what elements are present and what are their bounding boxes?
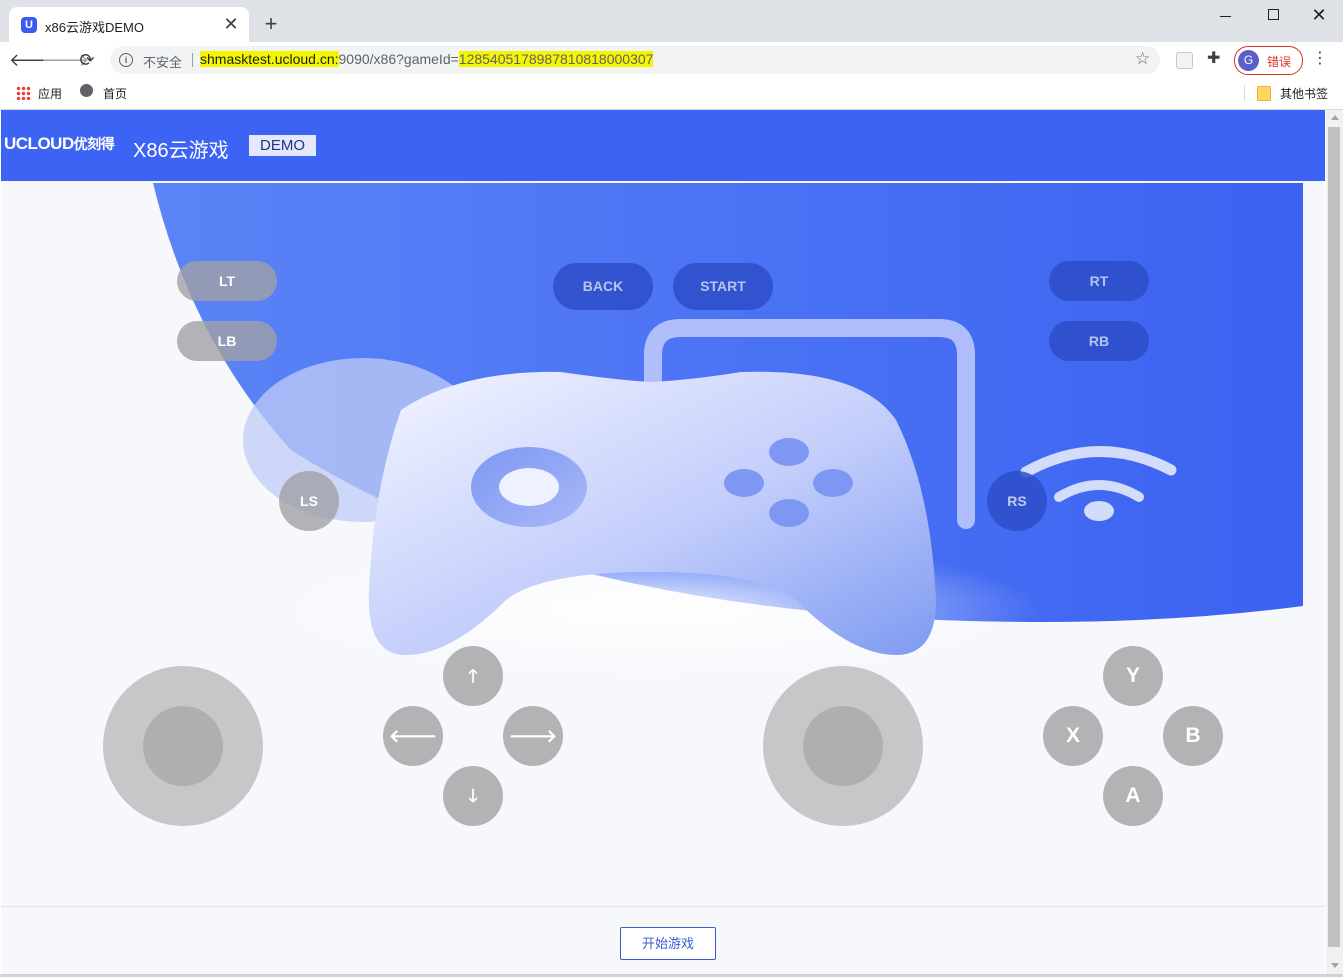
start-game-button[interactable]: 开始游戏: [620, 927, 716, 960]
controller-button-shape: [813, 469, 853, 497]
avatar: G: [1238, 50, 1259, 71]
folder-icon[interactable]: [1257, 86, 1271, 101]
lt-button[interactable]: LT: [177, 261, 277, 301]
bookmark-home[interactable]: 首页: [103, 85, 127, 102]
left-joystick[interactable]: [103, 666, 263, 826]
logo-text: UCLOUD: [4, 134, 74, 153]
controller-button-shape: [769, 499, 809, 527]
globe-icon[interactable]: [80, 84, 93, 97]
info-icon[interactable]: i: [119, 53, 133, 67]
tab-close-icon[interactable]: ✕: [221, 14, 241, 34]
scroll-up-icon[interactable]: [1331, 115, 1339, 120]
back-icon[interactable]: 🡐: [9, 46, 57, 74]
gamepad-illustration: [153, 183, 1303, 680]
left-joystick-knob[interactable]: [143, 706, 223, 786]
maximize-icon: [1268, 9, 1279, 20]
bookmarks-bar: 应用 首页 其他书签: [0, 78, 1343, 110]
profile-status: 错误: [1267, 55, 1292, 69]
x-button[interactable]: X: [1043, 706, 1103, 766]
demo-badge: DEMO: [249, 135, 316, 156]
dpad-left-icon[interactable]: 🡐: [383, 706, 443, 766]
scroll-thumb[interactable]: [1328, 127, 1340, 947]
right-joystick[interactable]: [763, 666, 923, 826]
rb-button[interactable]: RB: [1049, 321, 1149, 361]
star-icon[interactable]: ☆: [1135, 49, 1150, 69]
controller-button-shape: [724, 469, 764, 497]
right-joystick-knob[interactable]: [803, 706, 883, 786]
ucloud-logo: UCLOUD优刻得: [4, 134, 115, 154]
minimize-button[interactable]: [1208, 4, 1244, 28]
rs-button[interactable]: RS: [987, 471, 1047, 531]
page-viewport: UCLOUD优刻得 X86云游戏 DEMO LT LB BACK START R…: [1, 110, 1325, 974]
ls-button[interactable]: LS: [279, 471, 339, 531]
back-button[interactable]: BACK: [553, 263, 653, 310]
browser-toolbar: 🡐 🡒 ⟳ i 不安全 shmasktest.ucloud.cn:9090/x8…: [0, 42, 1343, 78]
omnibox-separator: [192, 53, 193, 67]
ucloud-favicon-icon: U: [21, 17, 37, 33]
rt-button[interactable]: RT: [1049, 261, 1149, 301]
dpad-up-icon[interactable]: 🡑: [443, 646, 503, 706]
window-close-button[interactable]: ✕: [1301, 4, 1337, 28]
dpad-right-icon[interactable]: 🡒: [503, 706, 563, 766]
start-game-pad-button[interactable]: START: [673, 263, 773, 310]
address-bar[interactable]: i 不安全 shmasktest.ucloud.cn:9090/x86?game…: [110, 46, 1160, 74]
url-gameid: 1285405178987810818000307: [458, 51, 654, 67]
forward-icon[interactable]: 🡒: [41, 46, 89, 74]
y-button[interactable]: Y: [1103, 646, 1163, 706]
logo-text-cn: 优刻得: [73, 136, 115, 152]
menu-icon[interactable]: ⋮: [1312, 48, 1328, 68]
wifi-dot: [1084, 501, 1114, 521]
footer-divider: [1, 906, 1325, 907]
url-host: shmasktest.ucloud.cn:: [200, 51, 339, 67]
browser-tab[interactable]: U x86云游戏DEMO ✕: [9, 7, 249, 42]
bookmarks-separator: [1244, 85, 1245, 101]
controller-ring-hole-shape: [499, 468, 559, 506]
dpad-down-icon[interactable]: 🡓: [443, 766, 503, 826]
security-label[interactable]: 不安全: [143, 52, 182, 71]
controller-button-shape: [769, 438, 809, 466]
bookmark-apps[interactable]: 应用: [38, 85, 62, 102]
b-button[interactable]: B: [1163, 706, 1223, 766]
apps-icon[interactable]: [16, 86, 30, 100]
browser-tabstrip: U x86云游戏DEMO ✕ + ✕: [0, 0, 1343, 42]
url-text[interactable]: shmasktest.ucloud.cn:9090/x86?gameId=128…: [200, 51, 654, 67]
page-title: X86云游戏: [133, 140, 229, 162]
maximize-button[interactable]: [1255, 4, 1291, 28]
url-path: 9090/x86?gameId=: [338, 51, 459, 67]
puzzle-icon[interactable]: ✚: [1207, 48, 1220, 68]
new-tab-button[interactable]: +: [259, 12, 283, 36]
bookmark-other[interactable]: 其他书签: [1280, 85, 1328, 102]
lb-button[interactable]: LB: [177, 321, 277, 361]
a-button[interactable]: A: [1103, 766, 1163, 826]
tab-title: x86云游戏DEMO: [45, 20, 144, 35]
scroll-down-icon[interactable]: [1331, 963, 1339, 968]
app-header: UCLOUD优刻得 X86云游戏 DEMO: [1, 110, 1325, 181]
reload-icon[interactable]: ⟳: [73, 46, 101, 74]
profile-button[interactable]: G 错误: [1234, 46, 1303, 75]
page-scrollbar[interactable]: [1326, 110, 1343, 974]
minimize-icon: [1220, 16, 1231, 17]
extension-icon[interactable]: [1176, 52, 1193, 69]
